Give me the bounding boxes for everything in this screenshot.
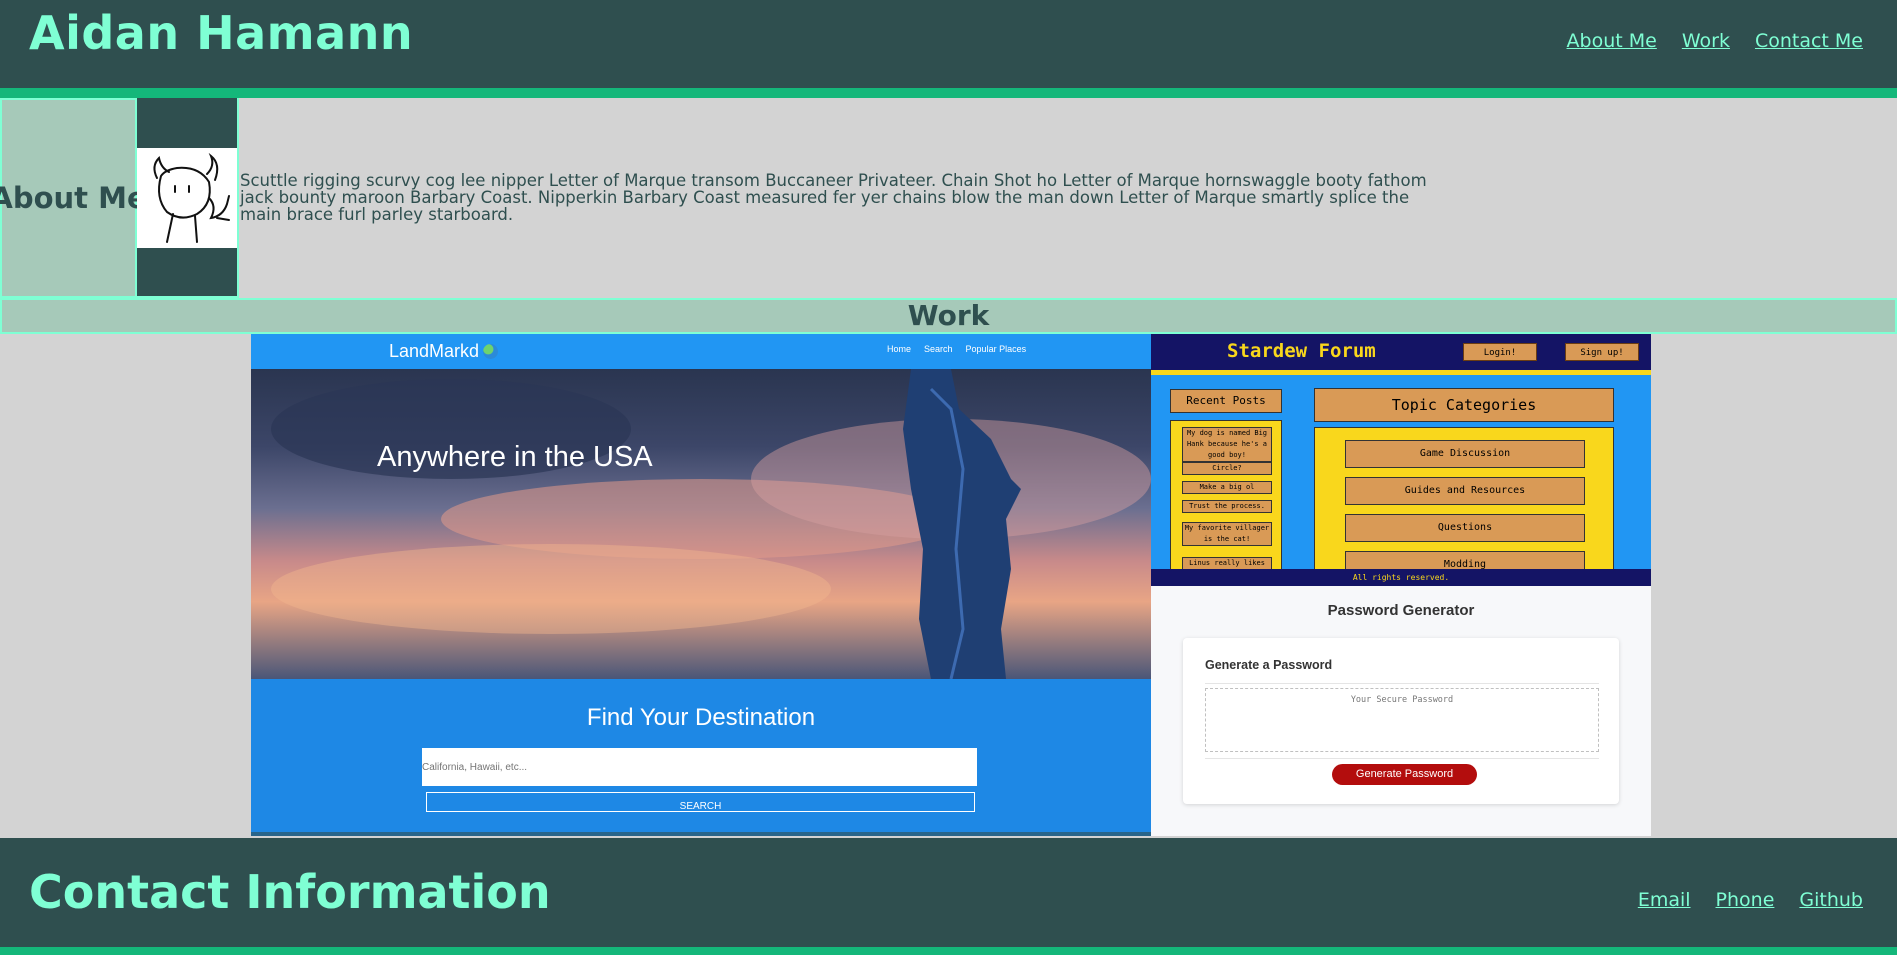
nav-link-contact[interactable]: Contact Me [1755, 30, 1863, 52]
about-heading: About Me [0, 181, 147, 215]
stardew-topics-box: Game Discussion Guides and Resources Que… [1314, 427, 1614, 577]
stardew-topic: Game Discussion [1345, 440, 1585, 468]
landmarkd-find-heading: Find Your Destination [586, 704, 816, 731]
stardew-topic: Questions [1345, 514, 1585, 542]
pwgen-divider [1205, 758, 1599, 759]
site-footer: Contact Information Email Phone Github [0, 838, 1897, 955]
nav-link-about[interactable]: About Me [1567, 30, 1657, 52]
site-title: Aidan Hamann [29, 6, 414, 60]
contact-links: Email Phone Github [1638, 889, 1863, 911]
stardew-recent-posts: My dog is named Big Hank because he's a … [1170, 420, 1282, 570]
project-stardew-forum-screenshot[interactable]: Stardew Forum Login! Sign up! Recent Pos… [1151, 334, 1651, 586]
stardew-recent-heading: Recent Posts [1170, 389, 1282, 413]
stardew-recent-post: Trust the process. [1182, 500, 1272, 513]
pwgen-title: Password Generator [1327, 602, 1475, 619]
cartoon-cow-avatar-icon [153, 152, 230, 243]
statue-of-liberty-image [271, 369, 1151, 679]
pwgen-generate-button: Generate Password [1332, 764, 1477, 785]
landmarkd-nav-search: Search [924, 344, 953, 354]
stardew-recent-post: My favorite villager is the cat! [1182, 522, 1272, 546]
nav-link-work[interactable]: Work [1682, 30, 1730, 52]
stardew-recent-post: Circle? [1182, 462, 1272, 475]
contact-link-email[interactable]: Email [1638, 889, 1691, 911]
landmarkd-search-input [422, 748, 977, 786]
globe-icon [483, 344, 499, 359]
about-heading-box: About Me [0, 98, 147, 298]
about-text: Scuttle rigging scurvy cog lee nipper Le… [240, 171, 1427, 224]
pwgen-divider [1205, 683, 1599, 684]
landmarkd-hero-image: Anywhere in the USA [251, 369, 1151, 679]
work-heading-bar: Work [0, 298, 1897, 334]
pwgen-card: Generate a Password Your Secure Password… [1183, 638, 1619, 804]
landmarkd-bottom-rule [251, 832, 1151, 836]
stardew-login-button: Login! [1463, 343, 1537, 361]
stardew-topic: Guides and Resources [1345, 477, 1585, 505]
work-heading: Work [907, 299, 990, 332]
pwgen-password-area: Your Secure Password [1205, 688, 1599, 752]
site-header: Aidan Hamann About Me Work Contact Me [0, 0, 1897, 98]
stardew-header: Stardew Forum Login! Sign up! [1151, 334, 1651, 370]
project-landmarkd-screenshot[interactable]: LandMarkd Home Search Popular Places Any… [251, 334, 1151, 836]
landmarkd-nav-home: Home [887, 344, 912, 354]
landmarkd-brand: LandMarkd [389, 341, 499, 362]
main-nav: About Me Work Contact Me [1567, 30, 1863, 52]
landmarkd-hero-text: Anywhere in the USA [377, 441, 653, 473]
stardew-footer: All rights reserved. [1151, 569, 1651, 586]
contact-link-github[interactable]: Github [1799, 889, 1863, 911]
stardew-topics-heading: Topic Categories [1314, 388, 1614, 422]
landmarkd-nav-popular: Popular Places [965, 344, 1027, 354]
avatar [137, 148, 237, 248]
landmarkd-navbar: LandMarkd Home Search Popular Places [251, 334, 1151, 369]
contact-link-phone[interactable]: Phone [1716, 889, 1775, 911]
stardew-header-rule [1151, 370, 1651, 375]
stardew-title: Stardew Forum [1227, 340, 1376, 362]
project-password-generator-screenshot[interactable]: Password Generator Generate a Password Y… [1151, 586, 1651, 836]
about-section: About Me Scuttle rigging scurvy cog lee … [0, 98, 1897, 298]
stardew-recent-post: My dog is named Big Hank because he's a … [1182, 427, 1272, 462]
landmarkd-brand-text: LandMarkd [389, 341, 480, 361]
stardew-recent-post: Make a big ol [1182, 481, 1272, 494]
pwgen-card-title: Generate a Password [1205, 658, 1333, 672]
stardew-signup-button: Sign up! [1565, 343, 1639, 361]
footer-title: Contact Information [29, 865, 551, 919]
landmarkd-search-button: SEARCH [426, 792, 975, 812]
landmarkd-nav-links: Home Search Popular Places [887, 344, 1026, 354]
avatar-frame [137, 98, 239, 298]
